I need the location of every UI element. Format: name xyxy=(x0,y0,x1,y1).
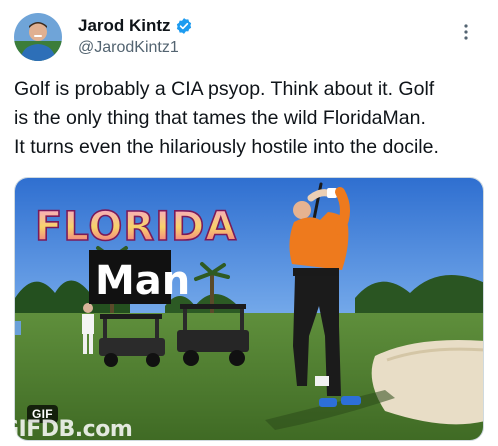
name-row: Jarod Kintz xyxy=(78,15,193,37)
watermark: GIFDB.com xyxy=(1,417,133,442)
tweet-media-gif[interactable]: FLORIDA Man xyxy=(14,177,484,441)
tweet-text-line: is the only thing that tames the wild Fl… xyxy=(14,107,426,129)
tweet-text-line: Golf is probably a CIA psyop. Think abou… xyxy=(14,78,435,100)
tweet: Jarod Kintz @JarodKintz1 Golf is probabl… xyxy=(0,0,498,446)
media-title-man: Man xyxy=(95,258,190,304)
tweet-text-line: It turns even the hilariously hostile in… xyxy=(14,136,439,158)
avatar[interactable] xyxy=(14,13,62,61)
verified-badge-icon xyxy=(175,17,193,35)
display-name[interactable]: Jarod Kintz xyxy=(78,16,171,36)
handle[interactable]: @JarodKintz1 xyxy=(78,39,179,57)
tweet-text: Golf is probably a CIA psyop. Think abou… xyxy=(14,75,492,162)
media-title-florida: FLORIDA xyxy=(35,204,237,250)
more-options-icon[interactable] xyxy=(456,22,476,42)
